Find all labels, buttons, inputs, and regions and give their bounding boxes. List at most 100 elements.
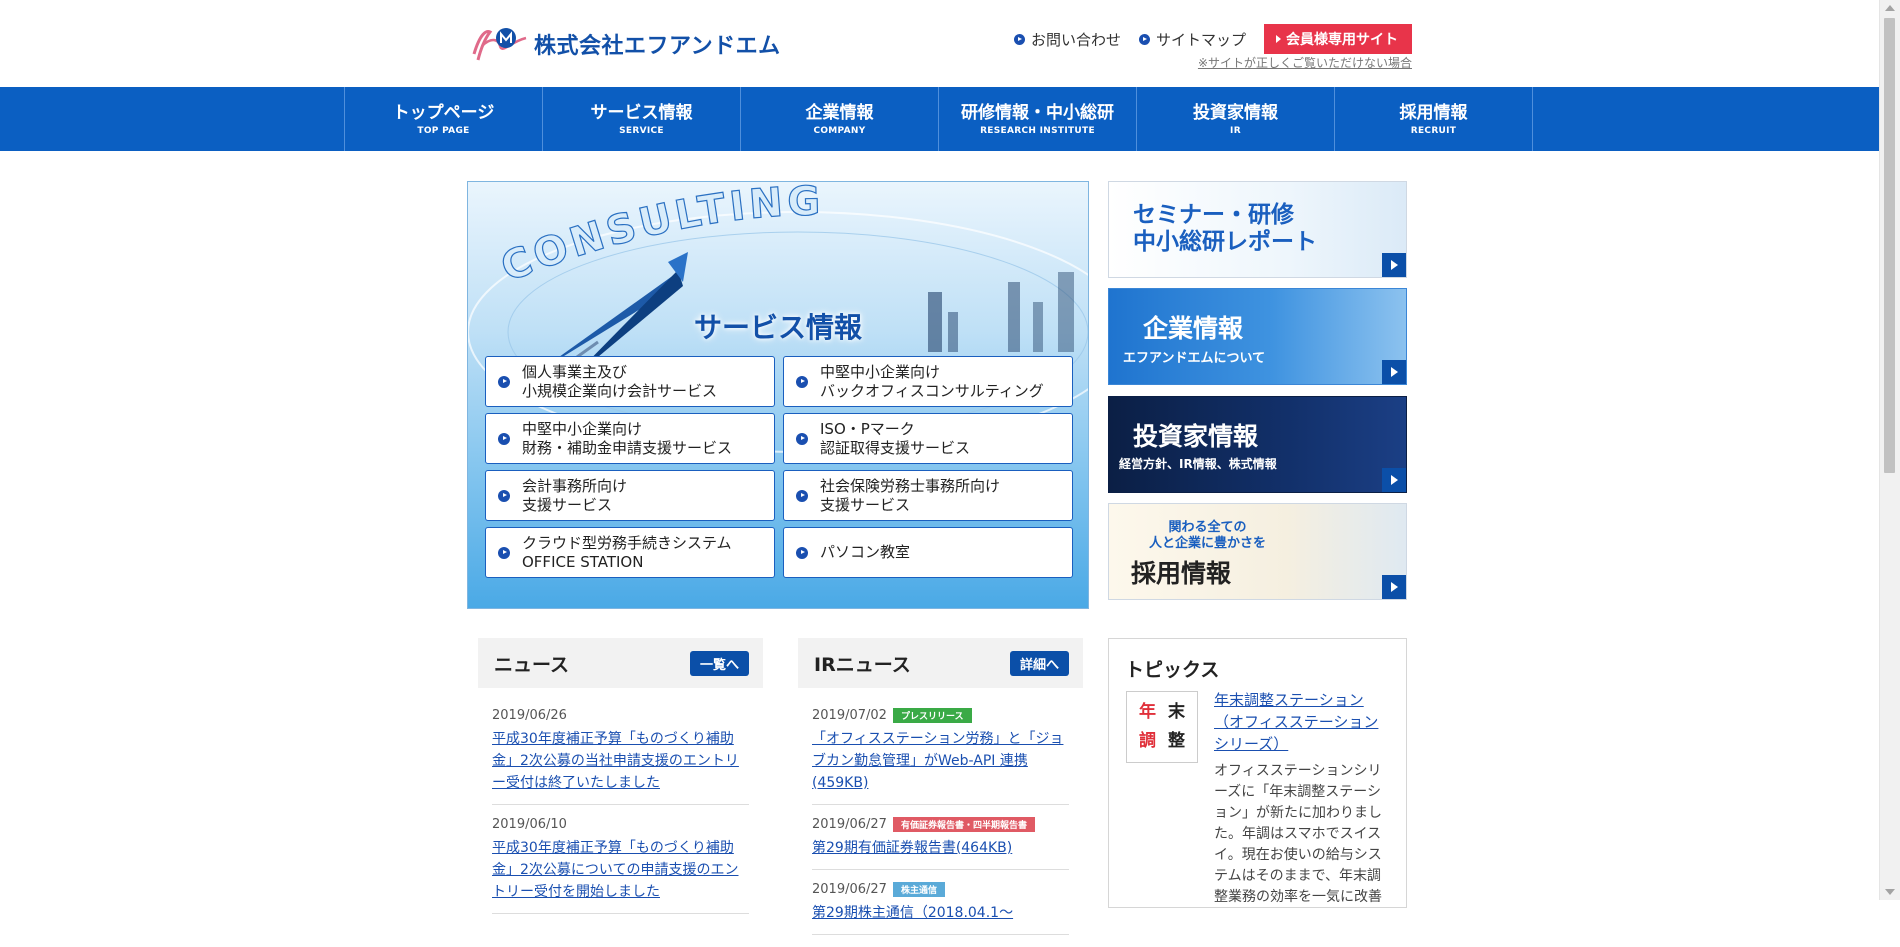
service-line1: クラウド型労務手続きシステム — [522, 533, 732, 552]
topic-thumbnail[interactable]: 年 末 調 整 — [1126, 691, 1198, 763]
news-link[interactable]: 「オフィスステーション労務」と「ジョブカン勤怠管理」がWeb-API 連携(45… — [812, 728, 1069, 794]
nav-item-company[interactable]: 企業情報 COMPANY — [741, 87, 939, 151]
news-section: ニュース 一覧へ 2019/06/26 平成30年度補正予算「ものづくり補助金」… — [478, 638, 763, 926]
banner-tagline-line1: 関わる全ての — [1168, 520, 1247, 535]
scrollbar-thumb[interactable] — [1884, 18, 1895, 473]
arrow-right-icon — [1382, 253, 1406, 277]
banner-title: 投資家情報 — [1133, 422, 1259, 451]
nav-sublabel: RECRUIT — [1410, 125, 1457, 136]
nav-item-ir[interactable]: 投資家情報 IR — [1137, 87, 1335, 151]
category-badge: 有価証券報告書・四半期報告書 — [892, 817, 1035, 832]
service-line2: 財務・補助金申請支援サービス — [522, 438, 733, 457]
list-item: 2019/07/02 プレスリリース 「オフィスステーション労務」と「ジョブカン勤… — [812, 708, 1069, 805]
page-scrollbar[interactable] — [1879, 0, 1900, 900]
service-line2: 支援サービス — [820, 495, 911, 514]
topic-description: オフィスステーションシリーズに「年末調整ステーション」が新たに加わりました。年調… — [1214, 763, 1382, 905]
news-list-button[interactable]: 一覧へ — [689, 650, 749, 676]
nav-item-top[interactable]: トップページ TOP PAGE — [345, 87, 543, 151]
company-banner[interactable]: 企業情報 エフアンドエムについて — [1108, 288, 1407, 385]
thumb-char: 調 — [1139, 731, 1156, 751]
nav-item-research[interactable]: 研修情報・中小総研 RESEARCH INSTITUTE — [939, 87, 1137, 151]
nav-label: 採用情報 — [1399, 102, 1468, 123]
service-line1: 会計事務所向け — [522, 476, 628, 495]
banner-title-line1: セミナー・研修 — [1133, 202, 1294, 228]
news-heading: ニュース — [494, 653, 570, 676]
circle-arrow-icon — [498, 489, 510, 502]
logo-mark-icon — [472, 28, 527, 61]
sitemap-link[interactable]: サイトマップ — [1138, 29, 1246, 50]
service-link[interactable]: 会計事務所向け 支援サービス — [485, 470, 775, 521]
service-link[interactable]: パソコン教室 — [783, 527, 1073, 578]
site-header: 株式会社エフアンドエム お問い合わせ サイトマップ 会員様専用サイト ※サイトが… — [0, 0, 1880, 87]
thumb-char: 整 — [1168, 731, 1185, 751]
arrow-right-icon — [1382, 468, 1406, 492]
triangle-right-icon — [1276, 35, 1281, 43]
service-line1: 中堅中小企業向け — [522, 419, 643, 438]
circle-arrow-icon — [498, 546, 510, 559]
nav-sublabel: TOP PAGE — [417, 125, 470, 136]
news-link[interactable]: 平成30年度補正予算「ものづくり補助金」2次公募についての申請支援のエントリー受… — [492, 837, 749, 903]
topics-heading: トピックス — [1125, 659, 1220, 681]
recruit-banner[interactable]: 関わる全ての 人と企業に豊かさを 採用情報 — [1108, 503, 1407, 600]
nav-sublabel: IR — [1230, 125, 1241, 136]
member-site-button[interactable]: 会員様専用サイト — [1264, 24, 1412, 54]
service-line2: 小規模企業向け会計サービス — [522, 381, 718, 400]
circle-arrow-icon — [498, 375, 510, 388]
news-date: 2019/07/02 — [812, 708, 887, 723]
member-site-label: 会員様専用サイト — [1286, 32, 1398, 48]
nav-item-recruit[interactable]: 採用情報 RECRUIT — [1335, 87, 1533, 151]
service-link[interactable]: 中堅中小企業向け 財務・補助金申請支援サービス — [485, 413, 775, 464]
list-item: 2019/06/10 平成30年度補正予算「ものづくり補助金」2次公募についての… — [492, 817, 749, 914]
global-nav: トップページ TOP PAGE サービス情報 SERVICE 企業情報 COMP… — [0, 87, 1880, 151]
banner-title-line2: 中小総研レポート — [1133, 229, 1317, 255]
news-link[interactable]: 第29期有価証券報告書(464KB) — [812, 837, 1069, 859]
ir-news-section: IRニュース 詳細へ 2019/07/02 プレスリリース 「オフィスステーション… — [798, 638, 1083, 947]
contact-link[interactable]: お問い合わせ — [1013, 29, 1121, 50]
list-item: 2019/06/27 株主通信 第29期株主通信（2018.04.1～ — [812, 882, 1069, 935]
seminar-banner[interactable]: セミナー・研修 中小総研レポート — [1108, 181, 1407, 278]
service-link[interactable]: 個人事業主及び 小規模企業向け会計サービス — [485, 356, 775, 407]
circle-arrow-icon — [796, 432, 808, 445]
service-line2: バックオフィスコンサルティング — [820, 381, 1044, 400]
service-hero: CONSULTING サービス情報 個人事業主及び 小規模企業向け会計サービス 中… — [467, 181, 1089, 609]
nav-label: サービス情報 — [590, 102, 693, 123]
nav-label: トップページ — [392, 102, 495, 123]
sitemap-link-label: サイトマップ — [1155, 30, 1246, 49]
banner-title: 企業情報 — [1143, 314, 1244, 343]
scroll-up-icon[interactable] — [1885, 5, 1895, 11]
service-grid: 個人事業主及び 小規模企業向け会計サービス 中堅中小企業向け バックオフィスコンサル… — [485, 356, 1073, 578]
ir-news-heading: IRニュース — [814, 653, 911, 676]
nav-sublabel: COMPANY — [813, 125, 866, 136]
thumb-char: 年 — [1139, 702, 1156, 722]
service-line2: OFFICE STATION — [522, 552, 644, 571]
nav-item-service[interactable]: サービス情報 SERVICE — [543, 87, 741, 151]
service-line2: 支援サービス — [522, 495, 613, 514]
service-line1: 個人事業主及び — [522, 362, 628, 381]
circle-arrow-icon — [1138, 33, 1150, 45]
company-logo[interactable]: 株式会社エフアンドエム — [470, 24, 781, 64]
display-help-link[interactable]: ※サイトが正しくご覧いただけない場合 — [1198, 54, 1412, 71]
news-link[interactable]: 第29期株主通信（2018.04.1～ — [812, 902, 1069, 924]
hero-title: サービス情報 — [693, 311, 862, 344]
contact-link-label: お問い合わせ — [1030, 30, 1121, 49]
news-link[interactable]: 平成30年度補正予算「ものづくり補助金」2次公募の当社申請支援のエントリー受付は… — [492, 728, 749, 794]
news-date: 2019/06/26 — [492, 708, 567, 723]
banner-title: 採用情報 — [1131, 559, 1232, 588]
topic-link[interactable]: 年末調整ステーション（オフィスステーションシリーズ） — [1214, 689, 1386, 755]
utility-links: お問い合わせ サイトマップ 会員様専用サイト — [1013, 24, 1412, 54]
arrow-right-icon — [1382, 575, 1406, 599]
ir-news-detail-button[interactable]: 詳細へ — [1009, 650, 1069, 676]
news-date: 2019/06/27 — [812, 882, 887, 897]
nav-sublabel: SERVICE — [619, 125, 664, 136]
service-link[interactable]: ISO・Pマーク 認証取得支援サービス — [783, 413, 1073, 464]
service-link[interactable]: 中堅中小企業向け バックオフィスコンサルティング — [783, 356, 1073, 407]
scroll-down-icon[interactable] — [1885, 889, 1895, 895]
investor-banner[interactable]: 投資家情報 経営方針、IR情報、株式情報 — [1108, 396, 1407, 493]
service-link[interactable]: クラウド型労務手続きシステム OFFICE STATION — [485, 527, 775, 578]
service-link[interactable]: 社会保険労務士事務所向け 支援サービス — [783, 470, 1073, 521]
circle-arrow-icon — [1013, 33, 1025, 45]
service-line1: パソコン教室 — [820, 543, 911, 561]
list-item: 2019/06/27 有価証券報告書・四半期報告書 第29期有価証券報告書(464… — [812, 817, 1069, 870]
banner-subtitle: エフアンドエムについて — [1123, 351, 1266, 366]
category-badge: プレスリリース — [892, 708, 972, 723]
